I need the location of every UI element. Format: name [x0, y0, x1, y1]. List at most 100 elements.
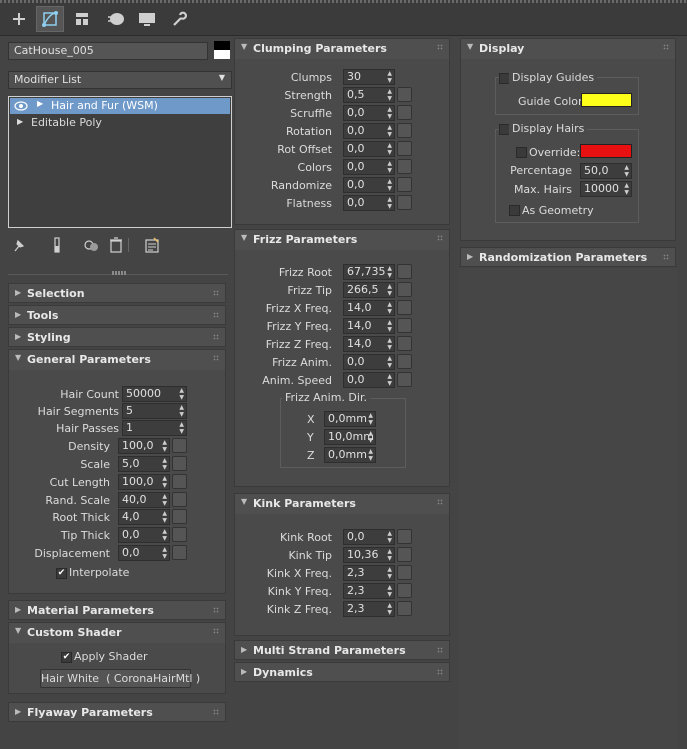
frizz-spinner[interactable]: 67,735 ▲ ▼ [343, 264, 395, 280]
kink-spinner[interactable]: 0,0 ▲ ▼ [343, 529, 395, 545]
frizz-dir-spinner[interactable]: 0,0mm ▲ ▼ [324, 411, 376, 427]
frizz-spinner[interactable]: 266,5 ▲ ▼ [343, 282, 395, 298]
hair-count-spinner[interactable]: 50000 ▲ ▼ [122, 386, 187, 402]
clumping-map-button[interactable] [397, 105, 412, 120]
kink-map-button[interactable] [397, 601, 412, 616]
object-name-field[interactable]: CatHouse_005 [8, 42, 208, 60]
override-color-swatch[interactable] [580, 144, 632, 158]
interpolate-checkbox[interactable]: ✔ [56, 568, 67, 579]
modify-tab-icon[interactable] [36, 6, 64, 32]
rand-scale-spinner[interactable]: 40,0 ▲ ▼ [118, 492, 170, 508]
kink-map-button[interactable] [397, 565, 412, 580]
show-end-result-icon[interactable] [52, 237, 62, 253]
rollout-selection[interactable]: ▶ Selection [8, 283, 226, 303]
frizz-spinner[interactable]: 0,0 ▲ ▼ [343, 372, 395, 388]
kink-map-button[interactable] [397, 583, 412, 598]
root-thick-map-button[interactable] [172, 509, 187, 524]
kink-spinner[interactable]: 10,36 ▲ ▼ [343, 547, 395, 563]
guide-color-swatch[interactable] [581, 93, 632, 107]
apply-shader-checkbox[interactable]: ✔ [61, 652, 72, 663]
hair-passes-spinner[interactable]: 1 ▲ ▼ [122, 420, 187, 436]
splitter-grip[interactable] [112, 271, 126, 275]
override-checkbox[interactable] [516, 147, 527, 158]
displacement-spinner[interactable]: 0,0 ▲ ▼ [118, 545, 170, 561]
make-unique-icon[interactable] [83, 237, 99, 253]
frizz-spinner[interactable]: 0,0 ▲ ▼ [343, 354, 395, 370]
clumping-spinner[interactable]: 30 ▲ ▼ [343, 69, 395, 85]
rollout-dynamics[interactable]: ▶ Dynamics [234, 662, 450, 682]
expand-arrow-icon[interactable]: ▶ [37, 99, 43, 108]
motion-tab-icon[interactable] [102, 6, 130, 32]
stack-item-editable-poly[interactable]: ▶ Editable Poly [10, 115, 230, 131]
modifier-list-dropdown[interactable]: Modifier List ▼ [8, 71, 232, 89]
kink-map-button[interactable] [397, 529, 412, 544]
clumping-spinner[interactable]: 0,0 ▲ ▼ [343, 177, 395, 193]
frizz-map-button[interactable] [397, 300, 412, 315]
clumping-spinner[interactable]: 0,0 ▲ ▼ [343, 159, 395, 175]
frizz-map-button[interactable] [397, 318, 412, 333]
rollout-header[interactable]: ▼ General Parameters [9, 350, 225, 370]
clumping-map-button[interactable] [397, 87, 412, 102]
max-hairs-spinner[interactable]: 10000 ▲ ▼ [580, 181, 632, 197]
rand-scale-map-button[interactable] [172, 492, 187, 507]
configure-sets-icon[interactable] [144, 237, 160, 253]
displacement-map-button[interactable] [172, 545, 187, 560]
rollout-flyaway-parameters[interactable]: ▶ Flyaway Parameters [8, 702, 226, 722]
frizz-map-button[interactable] [397, 264, 412, 279]
rollout-header[interactable]: ▼ Display [461, 39, 675, 59]
density-spinner[interactable]: 100,0 ▲ ▼ [118, 438, 170, 454]
frizz-spinner[interactable]: 14,0 ▲ ▼ [343, 300, 395, 316]
frizz-spinner[interactable]: 14,0 ▲ ▼ [343, 336, 395, 352]
expand-arrow-icon[interactable]: ▶ [17, 117, 23, 126]
clumping-spinner[interactable]: 0,0 ▲ ▼ [343, 123, 395, 139]
rollout-material-parameters[interactable]: ▶ Material Parameters [8, 600, 226, 620]
cut-length-map-button[interactable] [172, 474, 187, 489]
clumping-spinner[interactable]: 0,0 ▲ ▼ [343, 141, 395, 157]
tip-thick-spinner[interactable]: 0,0 ▲ ▼ [118, 527, 170, 543]
frizz-map-button[interactable] [397, 336, 412, 351]
rollout-header[interactable]: ▼ Kink Parameters [235, 494, 449, 514]
clumping-spinner[interactable]: 0,0 ▲ ▼ [343, 195, 395, 211]
create-tab-plus-icon[interactable] [5, 6, 33, 32]
as-geometry-checkbox[interactable] [509, 205, 520, 216]
kink-spinner[interactable]: 2,3 ▲ ▼ [343, 601, 395, 617]
pin-stack-icon[interactable] [12, 238, 26, 252]
rollout-header[interactable]: ▼ Clumping Parameters [235, 39, 449, 59]
frizz-map-button[interactable] [397, 282, 412, 297]
rollout-randomization-parameters[interactable]: ▶ Randomization Parameters [460, 247, 676, 267]
clumping-map-button[interactable] [397, 123, 412, 138]
display-tab-icon[interactable] [133, 6, 161, 32]
clumping-spinner[interactable]: 0,0 ▲ ▼ [343, 105, 395, 121]
hierarchy-tab-icon[interactable] [68, 6, 96, 32]
clumping-map-button[interactable] [397, 195, 412, 210]
clumping-map-button[interactable] [397, 177, 412, 192]
density-map-button[interactable] [172, 438, 187, 453]
rollout-header[interactable]: ▼ Custom Shader [9, 623, 225, 643]
frizz-map-button[interactable] [397, 372, 412, 387]
scale-spinner[interactable]: 5,0 ▲ ▼ [118, 456, 170, 472]
frizz-spinner[interactable]: 14,0 ▲ ▼ [343, 318, 395, 334]
clumping-spinner[interactable]: 0,5 ▲ ▼ [343, 87, 395, 103]
frizz-map-button[interactable] [397, 354, 412, 369]
eye-icon[interactable] [14, 101, 28, 111]
clumping-map-button[interactable] [397, 141, 412, 156]
clumping-map-button[interactable] [397, 159, 412, 174]
kink-spinner[interactable]: 2,3 ▲ ▼ [343, 565, 395, 581]
remove-modifier-trash-icon[interactable] [109, 237, 123, 253]
utilities-tab-wrench-icon[interactable] [165, 6, 193, 32]
rollout-header[interactable]: ▼ Frizz Parameters [235, 230, 449, 250]
cut-length-spinner[interactable]: 100,0 ▲ ▼ [118, 474, 170, 490]
rollout-styling[interactable]: ▶ Styling [8, 327, 226, 347]
rollout-tools[interactable]: ▶ Tools [8, 305, 226, 325]
rollout-multi-strand-parameters[interactable]: ▶ Multi Strand Parameters [234, 640, 450, 660]
kink-spinner[interactable]: 2,3 ▲ ▼ [343, 583, 395, 599]
percentage-spinner[interactable]: 50,0 ▲ ▼ [580, 163, 632, 179]
shader-material-button[interactable]: Hair White ( CoronaHairMtl ) [40, 669, 200, 688]
scale-map-button[interactable] [172, 456, 187, 471]
object-color-swatch[interactable] [214, 41, 230, 59]
frizz-dir-spinner[interactable]: 0,0mm ▲ ▼ [324, 447, 376, 463]
frizz-dir-spinner[interactable]: 10,0mm ▲ ▼ [324, 429, 376, 445]
stack-item-hair-and-fur[interactable]: ▶ Hair and Fur (WSM) [10, 98, 230, 114]
tip-thick-map-button[interactable] [172, 527, 187, 542]
kink-map-button[interactable] [397, 547, 412, 562]
